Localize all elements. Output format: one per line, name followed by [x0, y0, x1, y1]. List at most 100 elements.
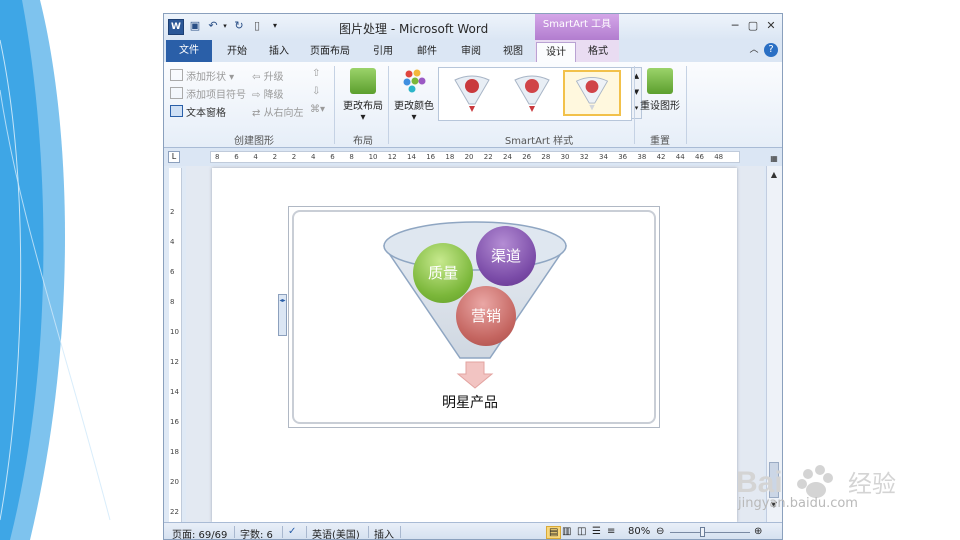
promote-button[interactable]: ⇦ 升级: [252, 68, 284, 83]
status-separator: [234, 526, 235, 538]
ruler-tick-label: 6: [330, 153, 335, 161]
new-document-icon[interactable]: ▯: [250, 19, 264, 33]
tab-page-layout[interactable]: 页面布局: [304, 42, 356, 62]
ribbon-tabs: 文件 开始 插入 页面布局 引用 邮件 审阅 视图 设计 格式 ︿ ?: [164, 40, 782, 62]
zoom-in-icon[interactable]: ⊕: [754, 526, 762, 537]
change-layout-icon: [350, 68, 376, 94]
zoom-slider[interactable]: [670, 532, 750, 533]
add-shape-button[interactable]: 添加形状 ▾: [170, 68, 234, 83]
ruler-tick-label: 44: [675, 153, 685, 161]
layout-options-icon[interactable]: ⌘▾: [310, 104, 325, 115]
demote-button[interactable]: ⇨ 降级: [252, 86, 284, 101]
tab-format[interactable]: 格式: [578, 42, 618, 62]
undo-dropdown-icon[interactable]: ▾: [218, 19, 232, 33]
page-count[interactable]: 页面: 69/69: [172, 526, 227, 539]
right-to-left-button[interactable]: ⇄ 从右向左: [252, 104, 304, 119]
add-shape-icon: [170, 69, 183, 81]
word-window: W ▣ ↶ ▾ ↻ ▯ ▾ 图片处理 - Microsoft Word Smar…: [163, 13, 783, 540]
save-icon[interactable]: ▣: [188, 19, 202, 33]
status-separator: [400, 526, 401, 538]
title-bar: W ▣ ↶ ▾ ↻ ▯ ▾ 图片处理 - Microsoft Word Smar…: [164, 14, 782, 40]
move-down-icon[interactable]: ⇩: [312, 86, 320, 97]
tab-file[interactable]: 文件: [166, 40, 212, 62]
text-pane-button[interactable]: 文本窗格: [170, 104, 226, 119]
group-label-reset: 重置: [650, 136, 670, 147]
ruler-tick-label: 10: [170, 328, 179, 336]
ruler-tick-label: 46: [695, 153, 704, 161]
word-app-icon[interactable]: W: [168, 19, 184, 35]
group-label-smartart-styles: SmartArt 样式: [504, 136, 574, 147]
document-area: ◂▸ 质量 渠道 营销 明星产品: [186, 166, 764, 522]
ruler-toggle-icon[interactable]: ▦: [769, 154, 779, 164]
insert-mode-indicator[interactable]: 插入: [374, 526, 394, 539]
ruler-tick-label: 32: [579, 153, 589, 161]
tab-insert[interactable]: 插入: [260, 42, 298, 62]
text-pane-toggle-icon[interactable]: ◂▸: [278, 294, 287, 336]
scroll-up-icon[interactable]: ▲: [769, 170, 779, 180]
ruler-tick-label: 20: [464, 153, 474, 161]
vertical-ruler[interactable]: 2 4 6 8 10 12 14 16 18 20 22: [169, 168, 182, 522]
ruler-tick-label: 48: [714, 153, 724, 161]
zoom-level[interactable]: 80%: [628, 526, 650, 537]
tab-stop-selector-icon[interactable]: L: [168, 151, 180, 163]
collapse-ribbon-icon[interactable]: ︿: [746, 43, 762, 57]
minimize-icon[interactable]: ─: [727, 19, 743, 33]
tab-references[interactable]: 引用: [364, 42, 402, 62]
watermark-url: jingyan.baidu.com: [738, 496, 858, 511]
move-up-icon[interactable]: ⇧: [312, 68, 320, 79]
text-pane-icon: [170, 105, 183, 117]
smartart-style-gallery[interactable]: [438, 67, 632, 121]
ruler-tick-label: 4: [170, 238, 175, 246]
tab-design[interactable]: 设计: [536, 42, 576, 62]
ruler-tick-label: 24: [503, 153, 512, 161]
ruler-tick-label: 2: [272, 153, 278, 161]
status-separator: [282, 526, 283, 538]
customize-qat-icon[interactable]: ▾: [268, 19, 282, 33]
help-icon[interactable]: ?: [764, 43, 778, 57]
ruler-tick-label: 4: [311, 153, 316, 161]
ruler-tick-label: 22: [170, 508, 179, 516]
maximize-icon[interactable]: ▢: [745, 19, 761, 33]
ruler-tick-label: 36: [618, 153, 628, 161]
change-layout-button[interactable]: 更改布局 ▾: [340, 68, 386, 123]
zoom-slider-thumb[interactable]: [700, 527, 705, 537]
right-to-left-icon: ⇄: [252, 108, 264, 119]
style-thumbnail-3-selected[interactable]: [563, 70, 621, 116]
language-indicator[interactable]: 英语(美国): [312, 526, 360, 539]
smartart-node-channel[interactable]: 渠道: [476, 226, 536, 286]
add-bullet-button[interactable]: 添加项目符号: [170, 86, 246, 101]
tab-mailings[interactable]: 邮件: [408, 42, 446, 62]
style-thumbnail-1[interactable]: [443, 70, 501, 116]
ruler-tick-label: 6: [234, 153, 239, 161]
proofing-icon[interactable]: ✓: [288, 526, 296, 537]
status-bar: 页面: 69/69 字数: 6 ✓ 英语(美国) 插入 ▤ ▥ ◫ ☰ ≡ 80…: [164, 522, 782, 539]
ruler-tick-label: 18: [445, 153, 455, 161]
svg-text:Bai: Bai: [736, 466, 783, 499]
tab-view[interactable]: 视图: [494, 42, 532, 62]
window-title: 图片处理 - Microsoft Word: [339, 22, 489, 36]
ruler-tick-label: 2: [170, 208, 175, 216]
word-count[interactable]: 字数: 6: [240, 526, 273, 539]
tab-home[interactable]: 开始: [218, 42, 256, 62]
print-layout-icon[interactable]: ▤: [546, 526, 562, 539]
smartart-result-label[interactable]: 明星产品: [442, 392, 498, 412]
redo-icon[interactable]: ↻: [232, 19, 246, 33]
ruler-tick-label: 8: [170, 298, 175, 306]
smartart-tools-label: SmartArt 工具: [535, 14, 619, 40]
reset-graphic-button[interactable]: 重设图形: [636, 68, 684, 112]
status-separator: [306, 526, 307, 538]
web-layout-icon[interactable]: ◫: [577, 526, 586, 537]
demote-arrow-icon: ⇨: [252, 90, 264, 101]
tab-review[interactable]: 审阅: [452, 42, 490, 62]
outline-view-icon[interactable]: ☰: [592, 526, 601, 537]
draft-view-icon[interactable]: ≡: [607, 526, 615, 537]
change-colors-button[interactable]: 更改颜色 ▾: [392, 68, 436, 123]
zoom-out-icon[interactable]: ⊖: [656, 526, 664, 537]
close-icon[interactable]: ✕: [763, 19, 779, 33]
smartart-node-marketing[interactable]: 营销: [456, 286, 516, 346]
document-page[interactable]: ◂▸ 质量 渠道 营销 明星产品: [212, 168, 737, 522]
ruler-tick-label: 14: [407, 153, 416, 161]
horizontal-ruler[interactable]: 8 6 4 2 2 4 6 8 10 12 14 16 18 20 22 24 26 28 30 32 34 36 38 42…: [210, 151, 740, 163]
style-thumbnail-2[interactable]: [503, 70, 561, 116]
full-screen-reading-icon[interactable]: ▥: [562, 526, 571, 537]
